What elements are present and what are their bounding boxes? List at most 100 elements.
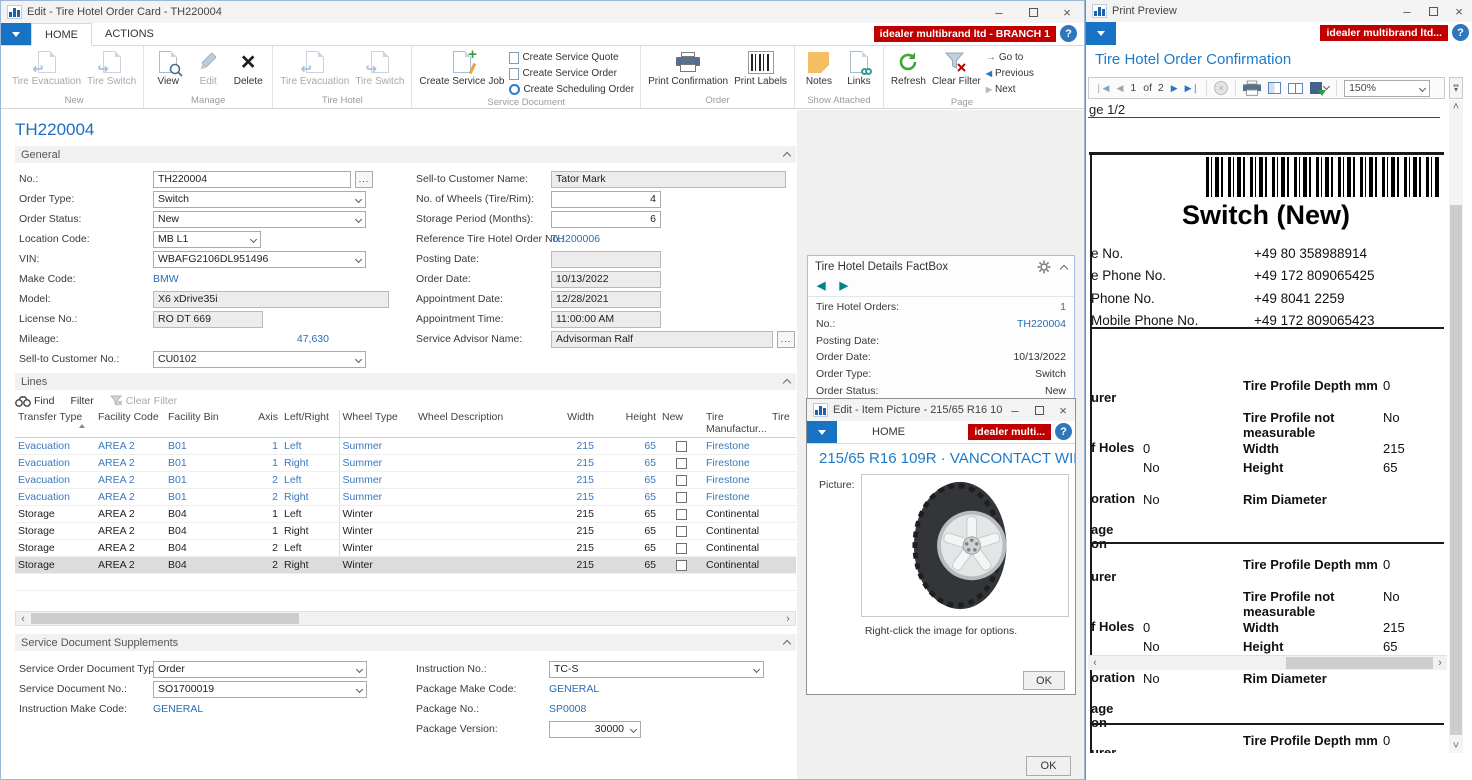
first-page-icon[interactable]: ❘◀	[1095, 83, 1109, 94]
preview-vertical-scrollbar[interactable]: ˄ ˅	[1449, 100, 1463, 753]
table-row[interactable]: Storage AREA 2 B04 2 Left Winter 215 65 …	[15, 540, 796, 557]
stop-icon[interactable]: ×	[1214, 81, 1228, 95]
create-scheduling-order-button[interactable]: Create Scheduling Order	[509, 82, 634, 97]
page-layout-icon[interactable]	[1268, 82, 1281, 94]
print-labels-button[interactable]: Print Labels	[731, 47, 790, 87]
tire-evacuation-new-button[interactable]: ↩ Tire Evacuation	[9, 47, 84, 87]
item-picture-box[interactable]	[861, 474, 1069, 617]
dialog-titlebar[interactable]: Edit - Item Picture - 215/65 R16 10... –…	[807, 399, 1075, 421]
reference-order-link[interactable]: TH200006	[551, 233, 600, 245]
help-icon[interactable]: ?	[1060, 25, 1077, 42]
col-new[interactable]: New	[659, 410, 703, 438]
factbox-previous-icon[interactable]: ◀	[817, 279, 825, 292]
order-status-select[interactable]: New	[153, 211, 366, 228]
page-setup-icon[interactable]	[1288, 83, 1303, 94]
ok-button[interactable]: OK	[1023, 671, 1065, 690]
tire-evacuation-button[interactable]: ↩ Tire Evacuation	[277, 47, 352, 87]
order-type-select[interactable]: Switch	[153, 191, 366, 208]
goto-button[interactable]: →Go to	[986, 50, 1034, 65]
tab-actions[interactable]: ACTIONS	[92, 23, 167, 45]
new-checkbox[interactable]	[676, 492, 687, 503]
new-checkbox[interactable]	[676, 458, 687, 469]
collapse-chevron-icon[interactable]	[783, 379, 791, 387]
scroll-right-icon[interactable]: ›	[1433, 656, 1447, 669]
print-confirmation-button[interactable]: Print Confirmation	[645, 47, 731, 87]
minimize-icon[interactable]: –	[982, 1, 1016, 23]
col-left-right[interactable]: Left/Right	[281, 410, 339, 438]
company-badge[interactable]: idealer multibrand ltd - BRANCH 1	[874, 26, 1056, 42]
no-input[interactable]: TH220004	[153, 171, 351, 188]
factbox-value[interactable]: 10/13/2022	[1013, 351, 1066, 363]
new-checkbox[interactable]	[676, 509, 687, 520]
zoom-select[interactable]: 150%	[1344, 80, 1430, 97]
table-row[interactable]: Evacuation AREA 2 B01 1 Right Summer 215…	[15, 455, 796, 472]
find-button[interactable]: Find	[15, 395, 54, 407]
factbox-value[interactable]: 1	[1060, 301, 1066, 313]
new-checkbox[interactable]	[676, 441, 687, 452]
factbox-value[interactable]: TH220004	[1017, 318, 1066, 330]
new-checkbox[interactable]	[676, 543, 687, 554]
help-icon[interactable]: ?	[1452, 24, 1469, 41]
factbox-value[interactable]: Switch	[1035, 368, 1066, 380]
filter-button[interactable]: Filter	[70, 395, 93, 407]
maximize-icon[interactable]	[1420, 0, 1446, 22]
lines-horizontal-scrollbar[interactable]: ‹ ›	[15, 611, 796, 626]
last-page-icon[interactable]: ▶❘	[1185, 83, 1199, 94]
new-checkbox[interactable]	[676, 560, 687, 571]
refresh-button[interactable]: Refresh	[888, 47, 929, 87]
scrollbar-thumb[interactable]	[1286, 657, 1433, 669]
gear-icon[interactable]	[1037, 260, 1051, 274]
service-doc-no-select[interactable]: SO1700019	[153, 681, 367, 698]
ok-button[interactable]: OK	[1026, 756, 1071, 776]
print-icon[interactable]	[1243, 80, 1261, 96]
collapse-chevron-icon[interactable]	[783, 152, 791, 160]
col-transfer-type[interactable]: Transfer Type	[15, 410, 95, 438]
tab-home[interactable]: HOME	[31, 23, 92, 46]
col-width[interactable]: Width	[535, 410, 597, 438]
col-wheel-description[interactable]: Wheel Description	[415, 410, 535, 438]
notes-button[interactable]: Notes	[799, 47, 839, 87]
empty-table-row[interactable]	[15, 574, 796, 591]
col-wheel-type[interactable]: Wheel Type	[339, 410, 415, 438]
delete-button[interactable]: × Delete	[228, 47, 268, 87]
assist-edit-button[interactable]: ...	[777, 331, 795, 348]
table-row[interactable]: Evacuation AREA 2 B01 2 Right Summer 215…	[15, 489, 796, 506]
make-code-link[interactable]: BMW	[153, 273, 179, 285]
table-row[interactable]: Evacuation AREA 2 B01 1 Left Summer 215 …	[15, 438, 796, 455]
package-no-link[interactable]: SP0008	[549, 703, 586, 715]
previous-page-icon[interactable]: ◀	[1116, 83, 1123, 94]
instruction-make-code-link[interactable]: GENERAL	[153, 703, 203, 715]
table-row[interactable]: Storage AREA 2 B04 2 Right Winter 215 65…	[15, 557, 796, 574]
new-checkbox[interactable]	[676, 475, 687, 486]
edit-button[interactable]: Edit	[188, 47, 228, 87]
col-facility-code[interactable]: Facility Code	[95, 410, 165, 438]
view-button[interactable]: View	[148, 47, 188, 87]
minimize-icon[interactable]: –	[1394, 0, 1420, 22]
new-checkbox[interactable]	[676, 526, 687, 537]
create-service-job-button[interactable]: + Create Service Job	[416, 47, 507, 87]
lines-section-header[interactable]: Lines	[15, 373, 796, 390]
preview-titlebar[interactable]: Print Preview – ×	[1086, 0, 1472, 22]
collapse-chevron-icon[interactable]	[783, 640, 791, 648]
create-service-quote-button[interactable]: Create Service Quote	[509, 50, 634, 65]
company-badge[interactable]: idealer multi...	[968, 424, 1051, 440]
maximize-icon[interactable]	[1016, 1, 1050, 23]
toolbar-options-icon[interactable]: ▪▪▾	[1449, 77, 1463, 99]
tab-home[interactable]: HOME	[859, 421, 918, 443]
package-version-select[interactable]: 30000	[549, 721, 641, 738]
clear-filter-button[interactable]: Clear Filter	[110, 395, 177, 407]
previous-button[interactable]: ◀Previous	[986, 66, 1034, 81]
service-doc-type-select[interactable]: Order	[153, 661, 367, 678]
col-facility-bin[interactable]: Facility Bin	[165, 410, 253, 438]
app-menu-button[interactable]	[1, 23, 31, 45]
mileage-link[interactable]: 47,630	[153, 333, 329, 345]
help-icon[interactable]: ?	[1055, 423, 1072, 440]
scroll-down-icon[interactable]: ˅	[1449, 739, 1463, 752]
instruction-no-select[interactable]: TC-S	[549, 661, 764, 678]
supplements-section-header[interactable]: Service Document Supplements	[15, 634, 796, 651]
package-make-code-link[interactable]: GENERAL	[549, 683, 599, 695]
scrollbar-thumb[interactable]	[31, 613, 299, 624]
scroll-up-icon[interactable]: ˄	[1449, 100, 1463, 113]
minimize-icon[interactable]: –	[1003, 399, 1027, 421]
close-icon[interactable]: ×	[1446, 0, 1472, 22]
